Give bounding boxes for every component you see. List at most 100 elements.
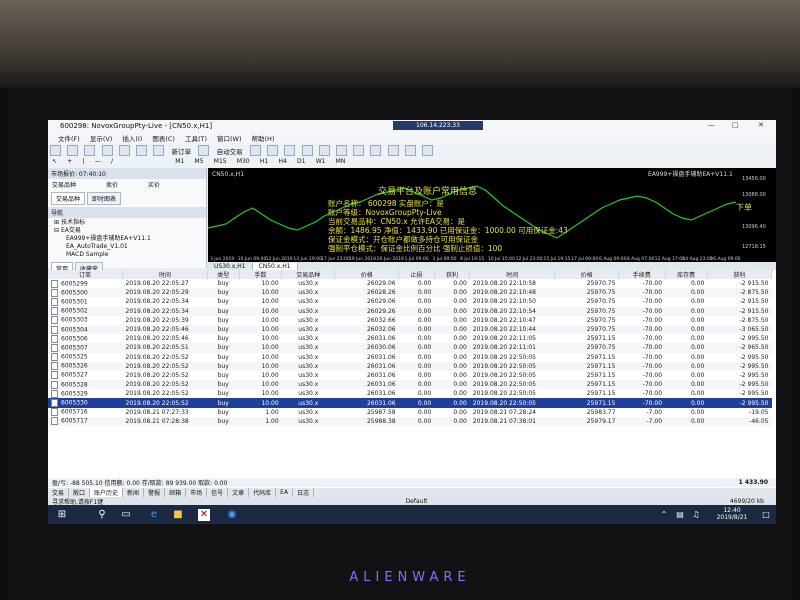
zoom-in-icon[interactable] [301,145,313,156]
price-chart[interactable]: CN50.x,H1 EA999+操盘手辅助EA+V11.1 下单 13456.0… [208,168,776,262]
periods-icon[interactable] [404,145,416,156]
zoom-out-icon[interactable] [318,145,330,156]
table-row[interactable]: 6005716 2019.08.21 07:27:33 buy 1.00 us30.x 2… [48,408,772,417]
volume-icon[interactable]: ♫ [690,509,702,521]
table-row[interactable]: 6005304 2019.08.20 22:05:46 buy 10.00 us30.x… [48,324,772,335]
menu-file[interactable]: 文件(F) [58,133,80,143]
header-commission[interactable]: 手续费 [618,270,666,279]
col-symbol[interactable]: 交易品种 [52,180,76,189]
menu-tools[interactable]: 工具(T) [185,133,207,143]
new-chart-icon[interactable] [50,145,61,156]
vertical-line-icon[interactable]: | [83,158,85,165]
horizontal-line-icon[interactable]: — [95,158,101,165]
table-row[interactable]: 6005307 2019.08.20 22:05:51 buy 10.00 us30.x… [48,343,772,353]
header-symbol[interactable]: 交易品种 [281,270,336,279]
tf-d1[interactable]: D1 [297,158,305,165]
tf-mn[interactable]: MN [336,158,346,165]
header-close-price[interactable]: 价格 [554,270,619,279]
menu-view[interactable]: 显示(V) [90,133,113,143]
tf-h4[interactable]: H4 [278,158,286,165]
app-taskbar-icon[interactable]: ◉ [226,509,238,521]
header-order[interactable]: 订单 [48,270,123,279]
header-profit[interactable]: 获利 [707,270,773,279]
header-price[interactable]: 价格 [334,270,400,279]
chart-tab-us30[interactable]: US30.x,H1 [208,262,253,270]
close-icon[interactable]: ✕ [758,121,764,129]
table-row[interactable]: 6005717 2019.08.21 07:28:38 buy 1.00 us30.x 2… [48,416,772,426]
cursor-icon[interactable]: ↖ [52,158,57,165]
market-watch-icon[interactable] [84,145,96,156]
table-row[interactable]: 6005302 2019.08.20 22:05:34 buy 10.00 us30.x… [48,306,772,316]
header-close-time[interactable]: 时间 [469,270,556,279]
auto-trade-button[interactable]: 自动交易 [217,146,243,156]
header-swap[interactable]: 库存费 [665,270,708,279]
tf-m30[interactable]: M30 [237,158,250,165]
menu-insert[interactable]: 插入(I) [122,133,142,143]
bar-chart-icon[interactable] [249,145,261,156]
navigator-icon[interactable] [118,145,130,156]
table-row[interactable]: 6005300 2019.08.20 22:05:29 buy 10.00 us30.x… [48,288,772,298]
autoscroll-icon[interactable] [353,145,365,156]
tab-signals[interactable]: 信号 [207,488,229,497]
tab-market[interactable]: 市场 [186,488,208,497]
templates-icon[interactable] [422,145,434,156]
task-view-icon[interactable]: ▭ [120,509,132,521]
header-time[interactable]: 时间 [122,270,208,279]
tab-codebase[interactable]: 代码库 [249,488,277,497]
tab-ea[interactable]: EA [276,489,294,496]
minimize-icon[interactable]: — [708,121,715,129]
col-ask[interactable]: 买价 [148,180,160,189]
tf-w1[interactable]: W1 [316,158,326,165]
menu-help[interactable]: 帮助(H) [252,133,275,143]
tab-symbols[interactable]: 交易品种 [51,192,86,205]
table-row[interactable]: 6005306 2019.08.20 22:05:46 buy 10.00 us30.x… [48,334,772,343]
menu-chart[interactable]: 图表(C) [152,133,175,143]
header-type[interactable]: 类型 [207,270,240,279]
edge-browser-icon[interactable]: e [148,509,160,521]
tab-articles[interactable]: 文章 [228,488,250,497]
tree-ea-1[interactable]: EA999+操盘手辅助EA+V11.1 [54,235,200,243]
col-bid[interactable]: 卖价 [106,180,118,189]
notifications-icon[interactable]: □ [760,509,772,521]
tab-mailbox[interactable]: 邮箱 [165,488,187,497]
search-icon[interactable]: ⚲ [96,509,108,521]
tab-news[interactable]: 新闻 [123,488,145,497]
profiles-icon[interactable] [67,145,79,156]
indicators-icon[interactable] [387,145,399,156]
new-order-button[interactable]: 新订单 [172,146,192,156]
tray-chevron-icon[interactable]: ⌃ [658,509,670,521]
table-row[interactable]: 6005301 2019.08.20 22:05:34 buy 10.00 us30.x… [48,297,772,306]
tab-journal[interactable]: 日志 [293,488,315,497]
table-row[interactable]: 6005299 2019.08.20 22:05:27 buy 10.00 us30.x… [48,279,772,288]
table-row[interactable]: 6005326 2019.08.20 22:05:52 buy 10.00 us30.x… [48,361,772,371]
tf-m15[interactable]: M15 [214,158,227,165]
header-tp[interactable]: 获利 [434,270,471,279]
crosshair-icon[interactable]: + [67,158,72,165]
metatrader-taskbar-icon[interactable]: ✕ [198,509,210,521]
chart-shift-icon[interactable] [370,145,382,156]
tree-experts[interactable]: ⊟ EA交易 [54,227,200,235]
table-row[interactable]: 6005325 2019.08.20 22:05:52 buy 10.00 us30.x… [48,353,772,362]
header-sl[interactable]: 止损 [398,270,435,279]
windows-start-icon[interactable]: ⊞ [56,509,68,521]
tree-indicators[interactable]: ⊞ 技术指标 [54,219,200,227]
chart-tab-cn50[interactable]: CN50.x,H1 [252,262,298,270]
network-icon[interactable]: ▤ [674,509,686,521]
tab-alerts[interactable]: 警报 [144,488,166,497]
table-row[interactable]: 6005303 2019.08.20 22:05:39 buy 10.00 us30.x… [48,316,772,325]
terminal-icon[interactable] [136,145,148,156]
tf-m1[interactable]: M1 [175,158,184,165]
table-row[interactable]: 6005329 2019.08.20 22:05:52 buy 10.00 us30.x… [48,389,772,398]
tile-windows-icon[interactable] [336,145,348,156]
menu-window[interactable]: 窗口(W) [217,133,242,143]
header-lots[interactable]: 手数 [239,270,283,279]
taskbar-clock[interactable]: 12:40 2019/8/21 [712,507,752,521]
trendline-icon[interactable]: / [111,158,113,165]
tree-ea-3[interactable]: MACD Sample [54,251,200,259]
tf-m5[interactable]: M5 [195,158,204,165]
maximize-icon[interactable]: □ [732,121,739,129]
table-row[interactable]: 6005328 2019.08.20 22:05:52 buy 10.00 us30.x… [48,380,772,390]
strategy-tester-icon[interactable] [153,145,165,156]
file-explorer-icon[interactable]: ■ [172,509,184,521]
tree-ea-2[interactable]: EA_AutoTrade_V1.01 [54,243,200,251]
